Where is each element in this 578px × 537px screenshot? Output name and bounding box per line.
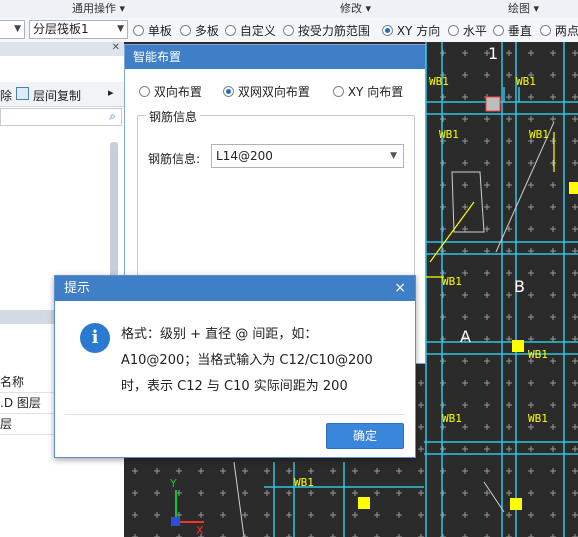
radio-double-net[interactable]: 双网双向布置	[223, 83, 310, 100]
radio-by-range[interactable]: 按受力筋范围	[283, 22, 370, 39]
grid-mark-b: B	[514, 277, 525, 296]
cad-label: WB1	[429, 75, 449, 88]
info-icon: i	[80, 323, 110, 353]
radio-xy-layout[interactable]: XY 向布置	[333, 83, 403, 100]
tip-line: 时，表示 C12 与 C10 实际间距为 200	[121, 379, 348, 394]
options-toolbar: ▼ 分层筏板1 ▼ 单板 多板 自定义 按受力筋范围 XY 方向 水平 垂直 两点	[0, 18, 578, 43]
cad-label: WB1	[529, 128, 549, 141]
tip-message: 格式：级别 + 直径 @ 间距，如： A10@200；当格式输入为 C12/C1…	[121, 322, 411, 400]
radio-circle-selected	[382, 25, 393, 36]
radio-circle	[133, 25, 144, 36]
chevron-down-icon: ▼	[390, 151, 397, 161]
grid-mark-a: A	[460, 327, 471, 346]
search-input[interactable]: ⌕	[0, 108, 122, 126]
radio-xy-direction[interactable]: XY 方向	[382, 22, 440, 39]
copy-between-floors-button[interactable]: 层间复制	[33, 87, 81, 104]
group-legend: 钢筋信息	[146, 108, 201, 125]
tip-dialog: 提示 × i 格式：级别 + 直径 @ 间距，如： A10@200；当格式输入为…	[54, 275, 416, 458]
radio-circle	[333, 86, 344, 97]
rebar-select[interactable]: L14@200 ▼	[211, 144, 404, 168]
tip-line: A10@200；当格式输入为 C12/C10@200	[121, 353, 373, 368]
floor-combo[interactable]: ▼	[0, 20, 25, 39]
layer-combo-value: 分层筏板1	[33, 22, 89, 36]
tip-title-bar: 提示 ×	[55, 276, 415, 301]
more-icon[interactable]: ▸	[108, 86, 114, 99]
radio-circle	[180, 25, 191, 36]
radio-two-points[interactable]: 两点	[540, 22, 578, 39]
cad-label: WB1	[528, 348, 548, 361]
grid-mark-1: 1	[488, 44, 498, 63]
cad-label: WB1	[294, 476, 314, 489]
radio-circle	[225, 25, 236, 36]
left-panel-header: ✕	[0, 42, 124, 56]
left-panel-toolbar: 除 层间复制 ▸	[0, 82, 124, 107]
rebar-label: 钢筋信息:	[148, 152, 201, 166]
radio-bidirectional[interactable]: 双向布置	[139, 83, 202, 100]
divider	[65, 414, 405, 415]
rebar-value: L14@200	[216, 149, 273, 163]
search-icon[interactable]: ⌕	[109, 109, 116, 124]
tip-title: 提示	[64, 281, 91, 296]
delete-button[interactable]: 除	[0, 87, 12, 104]
cad-label: WB1	[442, 412, 462, 425]
cad-label: WB1	[516, 75, 536, 88]
group-general-ops[interactable]: 通用操作 ▾	[72, 0, 125, 16]
radio-circle	[448, 25, 459, 36]
radio-circle	[283, 25, 294, 36]
ok-button[interactable]: 确定	[326, 423, 404, 449]
radio-horizontal[interactable]: 水平	[448, 22, 487, 39]
scrollbar[interactable]	[110, 142, 118, 292]
copy-icon	[16, 87, 29, 100]
axis-x-label: X	[196, 524, 204, 537]
radio-circle	[139, 86, 150, 97]
radio-multi-board[interactable]: 多板	[180, 22, 219, 39]
axis-y-label: Y	[169, 477, 177, 490]
group-draw[interactable]: 绘图 ▾	[508, 0, 539, 16]
group-modify[interactable]: 修改 ▾	[340, 0, 371, 16]
radio-custom[interactable]: 自定义	[225, 22, 276, 39]
radio-circle	[540, 25, 551, 36]
close-icon[interactable]: ✕	[112, 42, 120, 53]
cad-label: WB1	[528, 412, 548, 425]
radio-circle	[493, 25, 504, 36]
tip-line: 格式：级别 + 直径 @ 间距，如：	[121, 327, 318, 342]
cad-label: WB1	[439, 128, 459, 141]
radio-single-board[interactable]: 单板	[133, 22, 172, 39]
layer-combo[interactable]: 分层筏板1 ▼	[29, 20, 128, 39]
cad-label: WB1	[442, 275, 462, 288]
radio-circle-selected	[223, 86, 234, 97]
dialog-title: 智能布置	[125, 45, 425, 69]
ribbon-header: 通用操作 ▾ 修改 ▾ 绘图 ▾	[0, 0, 578, 19]
close-icon[interactable]: ×	[394, 276, 406, 301]
radio-vertical[interactable]: 垂直	[493, 22, 532, 39]
